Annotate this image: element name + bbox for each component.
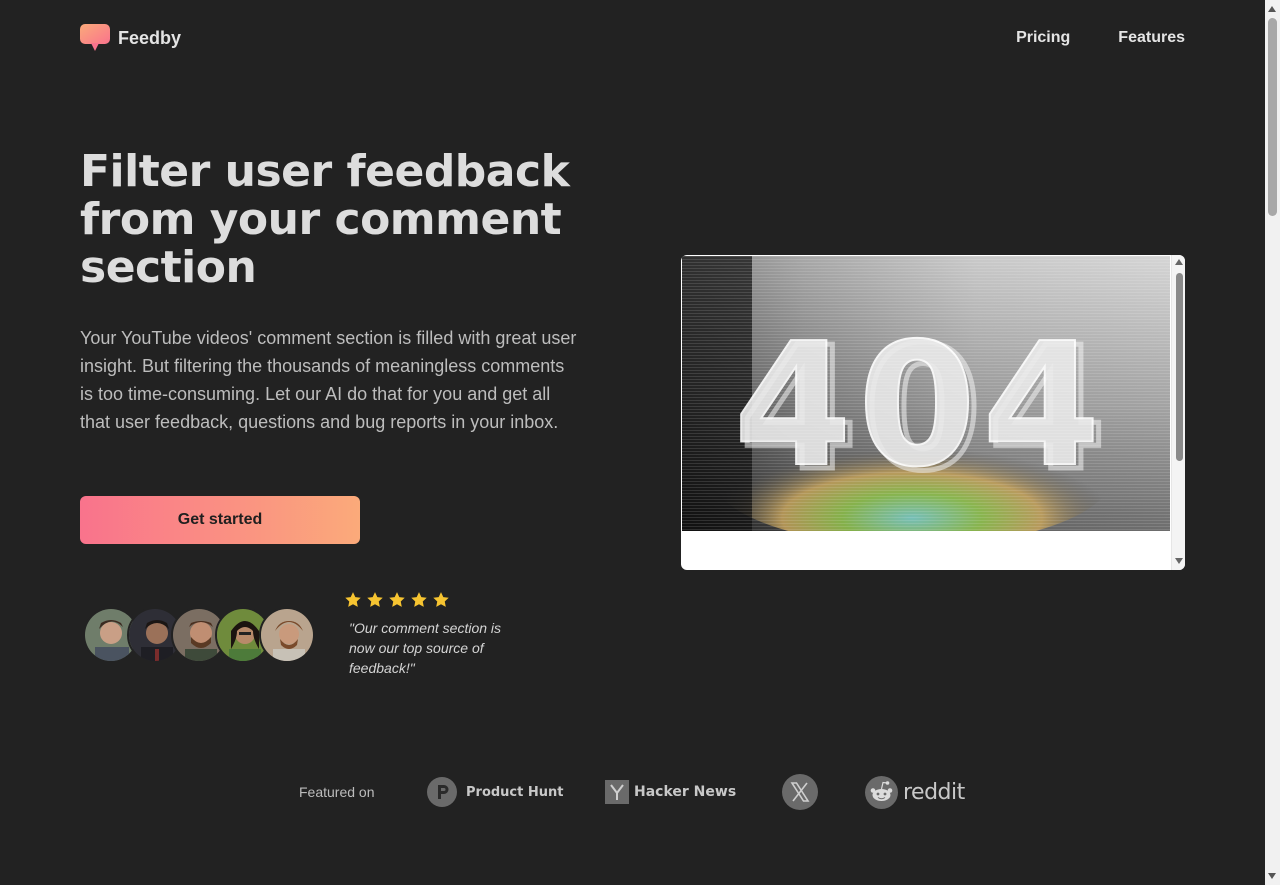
embed-scrollbar[interactable] [1171, 255, 1185, 570]
video-embed[interactable]: 404 404 [681, 255, 1185, 570]
featured-label: Featured on [299, 784, 375, 800]
main-nav: Pricing Features [1016, 29, 1185, 47]
get-started-button[interactable]: Get started [80, 496, 360, 544]
embed-scroll-thumb[interactable] [1176, 273, 1183, 461]
reddit-icon [865, 775, 898, 809]
brand-name: Feedby [118, 27, 182, 48]
scroll-down-icon[interactable] [1175, 558, 1183, 564]
hero-description: Your YouTube videos' comment section is … [80, 328, 577, 432]
video-frame[interactable]: 404 404 [682, 256, 1170, 531]
star-icon [411, 592, 427, 607]
rating-stars [344, 591, 450, 609]
featured-on-bar: Featured on Product Hunt Hacker News X [299, 774, 979, 810]
user-avatars [83, 607, 323, 663]
star-icon [367, 592, 383, 607]
scroll-up-icon[interactable] [1175, 259, 1183, 265]
site-header: Feedby Pricing Features [80, 24, 1185, 54]
x-icon [782, 774, 818, 810]
scroll-up-icon[interactable] [1268, 6, 1276, 12]
hero-title: Filter user feedback from your comment s… [80, 146, 570, 293]
nav-features-link[interactable]: Features [1118, 29, 1185, 47]
product-hunt-link[interactable]: Product Hunt [427, 774, 563, 810]
star-icon [345, 592, 361, 607]
hacker-news-link[interactable]: Hacker News [605, 774, 736, 810]
testimonial-quote: "Our comment section is now our top sour… [349, 620, 502, 676]
page-scroll-thumb[interactable] [1268, 18, 1277, 216]
product-hunt-label: Product Hunt [466, 784, 564, 800]
hacker-news-icon [605, 780, 629, 804]
star-icon [433, 592, 449, 607]
logo[interactable]: Feedby [80, 24, 181, 52]
x-link[interactable]: X [782, 774, 818, 810]
avatar [259, 607, 315, 663]
nav-pricing-link[interactable]: Pricing [1016, 29, 1070, 47]
speech-bubble-logo-icon [80, 24, 110, 52]
reddit-label: reddit [903, 779, 965, 805]
hacker-news-label: Hacker News [634, 784, 737, 800]
reddit-link[interactable]: reddit [865, 774, 965, 810]
star-icon [389, 592, 405, 607]
product-hunt-icon [427, 777, 457, 807]
page-scrollbar[interactable] [1265, 0, 1280, 885]
scroll-down-icon[interactable] [1268, 873, 1276, 879]
